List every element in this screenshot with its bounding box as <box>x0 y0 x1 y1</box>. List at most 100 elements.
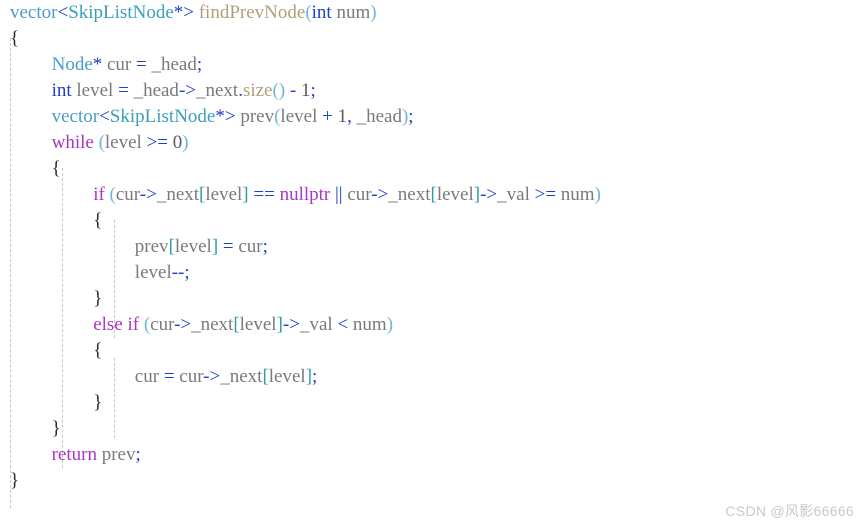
code-token: 0 <box>172 132 183 153</box>
code-token: ; <box>135 444 141 465</box>
code-token: == <box>253 184 275 205</box>
code-token: ; <box>262 236 268 257</box>
code-token: prev <box>240 106 275 127</box>
code-token: -- <box>171 262 185 283</box>
code-token: ) <box>594 184 601 205</box>
code-line[interactable]: } <box>0 286 862 312</box>
code-token: < <box>99 106 110 127</box>
code-token: ) <box>370 2 377 23</box>
code-token: nullptr <box>279 184 331 205</box>
code-token: cur <box>347 184 372 205</box>
code-token: _head <box>356 106 402 127</box>
code-token: ; <box>408 106 414 127</box>
code-token: > <box>183 2 194 23</box>
code-token: _next <box>195 80 239 101</box>
code-block[interactable]: vector<SkipListNode*> findPrevNode(int n… <box>0 0 862 526</box>
code-token: >= <box>534 184 557 205</box>
code-token: ; <box>184 262 190 283</box>
code-token: _next <box>220 366 263 387</box>
code-token: = <box>118 80 129 101</box>
code-line[interactable]: { <box>0 156 862 182</box>
code-token: SkipListNode <box>68 2 174 23</box>
code-token: return <box>51 444 97 465</box>
code-line[interactable]: while (level >= 0) <box>0 130 862 156</box>
csdn-watermark: CSDN @风影66666 <box>725 503 854 519</box>
code-token: > <box>224 106 236 127</box>
code-token: { <box>93 340 103 361</box>
code-line[interactable]: else if (cur->_next[level]->_val < num) <box>0 312 862 338</box>
code-token: < <box>57 2 69 23</box>
code-line[interactable]: return prev; <box>0 442 862 468</box>
code-token: * <box>92 54 103 75</box>
code-token: = <box>136 54 147 75</box>
code-token: level <box>205 184 243 205</box>
code-token: if <box>127 314 140 335</box>
code-token: -> <box>139 184 157 205</box>
code-token: || <box>334 184 343 205</box>
code-line[interactable]: } <box>0 468 862 494</box>
code-token: size <box>242 80 273 101</box>
code-token: findPrevNode <box>198 2 306 23</box>
code-token: int <box>311 2 332 23</box>
code-token: = <box>163 366 175 387</box>
code-line[interactable]: { <box>0 26 862 52</box>
code-token: _head <box>151 54 197 75</box>
code-token: -> <box>282 314 300 335</box>
code-token: cur <box>179 366 204 387</box>
code-line[interactable]: } <box>0 390 862 416</box>
code-token: -> <box>480 184 498 205</box>
code-line[interactable]: { <box>0 338 862 364</box>
code-line[interactable]: { <box>0 208 862 234</box>
code-token: num <box>336 2 371 23</box>
code-token: cur <box>150 314 175 335</box>
code-token: vector <box>10 2 58 23</box>
code-line[interactable]: vector<SkipListNode*> findPrevNode(int n… <box>0 0 862 26</box>
code-token: _val <box>497 184 530 205</box>
code-token: < <box>337 314 349 335</box>
code-token: level <box>280 106 318 127</box>
code-token: level <box>134 262 172 283</box>
code-token: _head <box>133 80 179 101</box>
code-token: num <box>560 184 595 205</box>
code-token: _next <box>388 184 431 205</box>
code-token: ) <box>182 132 189 153</box>
code-token: ; <box>312 366 318 387</box>
code-token: cur <box>134 366 160 387</box>
code-token: SkipListNode <box>109 106 216 127</box>
code-token: level <box>174 236 212 257</box>
code-line[interactable]: } <box>0 416 862 442</box>
code-token: if <box>93 184 105 205</box>
code-line[interactable]: prev[level] = cur; <box>0 234 862 260</box>
code-line[interactable]: int level = _head->_next.size() - 1; <box>0 78 862 104</box>
code-line[interactable]: level--; <box>0 260 862 286</box>
code-line[interactable]: Node* cur = _head; <box>0 52 862 78</box>
code-token: -> <box>203 366 221 387</box>
code-token: -> <box>174 314 192 335</box>
code-token: cur <box>115 184 140 205</box>
code-line[interactable]: vector<SkipListNode*> prev(level + 1, _h… <box>0 104 862 130</box>
code-token: else <box>93 314 123 335</box>
code-token: prev <box>134 236 169 257</box>
code-token: } <box>10 470 20 491</box>
code-token: -> <box>178 80 196 101</box>
code-token: * <box>215 106 225 127</box>
code-token: level <box>76 80 114 101</box>
code-token: ; <box>196 54 203 75</box>
code-token: Node <box>51 54 93 75</box>
code-token: } <box>51 418 61 439</box>
code-token: >= <box>146 132 169 153</box>
code-token: { <box>51 158 61 179</box>
code-token: level <box>104 132 142 153</box>
code-token: = <box>222 236 234 257</box>
code-token: prev <box>101 444 136 465</box>
code-token: _val <box>299 314 333 335</box>
code-line[interactable]: cur = cur->_next[level]; <box>0 364 862 390</box>
code-token: cur <box>238 236 263 257</box>
code-token: int <box>51 80 72 101</box>
code-token: num <box>352 314 387 335</box>
code-token: { <box>93 210 103 231</box>
code-line[interactable]: if (cur->_next[level] == nullptr || cur-… <box>0 182 862 208</box>
code-token: * <box>173 2 184 23</box>
code-token: vector <box>51 106 100 127</box>
code-token: () <box>272 80 286 101</box>
